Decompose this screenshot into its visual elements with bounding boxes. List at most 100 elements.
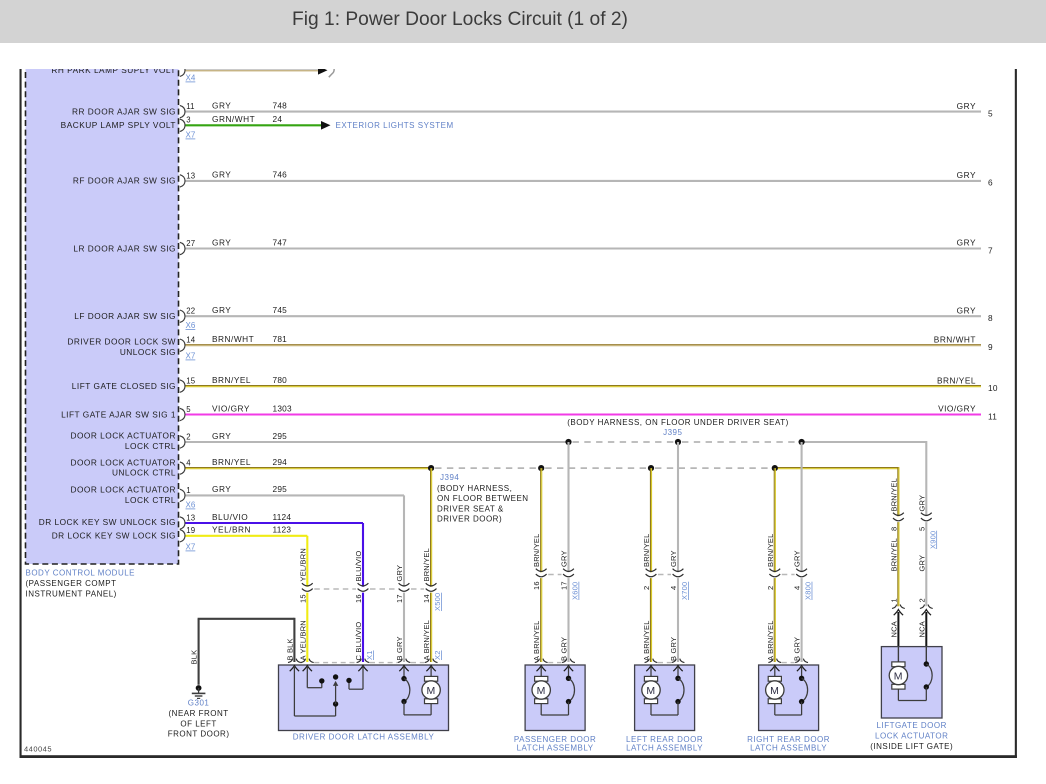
svg-text:GRY: GRY xyxy=(669,550,678,567)
svg-text:GRY: GRY xyxy=(212,484,231,494)
svg-text:24: 24 xyxy=(273,114,283,124)
svg-text:B GRY: B GRY xyxy=(669,637,678,661)
svg-text:UNLOCK CTRL: UNLOCK CTRL xyxy=(112,468,176,478)
svg-text:BRN/YEL: BRN/YEL xyxy=(212,375,251,385)
svg-text:DR LOCK KEY SW LOCK SIG: DR LOCK KEY SW LOCK SIG xyxy=(52,531,176,541)
svg-text:GRY: GRY xyxy=(212,170,231,180)
svg-text:UNLOCK SIG: UNLOCK SIG xyxy=(120,347,176,357)
svg-text:LF DOOR AJAR SW SIG: LF DOOR AJAR SW SIG xyxy=(74,311,176,321)
svg-text:X4: X4 xyxy=(186,74,196,83)
svg-text:X7: X7 xyxy=(186,131,196,140)
svg-text:295: 295 xyxy=(273,431,288,441)
svg-text:BRN/YEL: BRN/YEL xyxy=(422,548,431,582)
svg-text:2: 2 xyxy=(186,432,191,441)
svg-text:5: 5 xyxy=(917,527,926,531)
svg-text:VIO/GRY: VIO/GRY xyxy=(212,403,250,413)
svg-text:ON FLOOR BETWEEN: ON FLOOR BETWEEN xyxy=(437,494,529,503)
svg-text:4: 4 xyxy=(793,586,802,590)
svg-text:GRY: GRY xyxy=(793,550,802,567)
svg-text:8: 8 xyxy=(988,313,993,323)
svg-text:FRONT DOOR): FRONT DOOR) xyxy=(168,730,230,739)
svg-text:9: 9 xyxy=(988,342,993,352)
svg-text:GRY: GRY xyxy=(957,170,976,180)
svg-text:A BRN/YEL: A BRN/YEL xyxy=(422,620,431,661)
svg-text:(NEAR FRONT: (NEAR FRONT xyxy=(169,709,229,718)
svg-text:15: 15 xyxy=(298,594,307,603)
svg-text:M: M xyxy=(537,685,546,697)
svg-text:14: 14 xyxy=(186,336,196,345)
svg-text:X900: X900 xyxy=(928,531,937,549)
svg-text:294: 294 xyxy=(273,457,288,467)
svg-text:DOOR LOCK ACTUATOR: DOOR LOCK ACTUATOR xyxy=(70,457,176,467)
svg-text:VIO/GRY: VIO/GRY xyxy=(938,404,976,414)
svg-text:2: 2 xyxy=(642,586,651,590)
svg-text:DRIVER DOOR LOCK SW: DRIVER DOOR LOCK SW xyxy=(67,337,176,347)
svg-text:M: M xyxy=(646,685,655,697)
svg-text:5: 5 xyxy=(988,108,993,118)
svg-text:BRN/YEL: BRN/YEL xyxy=(212,457,251,467)
svg-text:X700: X700 xyxy=(680,582,689,600)
svg-text:DOOR LOCK ACTUATOR: DOOR LOCK ACTUATOR xyxy=(70,431,176,441)
svg-text:DRIVER SEAT &: DRIVER SEAT & xyxy=(437,504,504,513)
svg-text:748: 748 xyxy=(273,100,288,110)
svg-text:GRY: GRY xyxy=(212,305,231,315)
svg-text:M: M xyxy=(770,685,779,697)
svg-text:X800: X800 xyxy=(804,582,813,600)
svg-text:4: 4 xyxy=(186,459,191,468)
svg-text:GRY: GRY xyxy=(212,431,231,441)
svg-text:BRN/YEL: BRN/YEL xyxy=(532,534,541,568)
svg-text:LIFTGATE DOOR: LIFTGATE DOOR xyxy=(877,721,947,730)
svg-text:(INSIDE LIFT GATE): (INSIDE LIFT GATE) xyxy=(870,742,953,751)
svg-text:X500: X500 xyxy=(433,593,442,611)
svg-text:GRY: GRY xyxy=(957,238,976,248)
svg-text:NCA: NCA xyxy=(917,621,926,637)
svg-text:LOCK CTRL: LOCK CTRL xyxy=(125,441,176,451)
svg-text:5: 5 xyxy=(186,405,191,414)
svg-text:GRY: GRY xyxy=(560,550,569,567)
svg-text:LATCH ASSEMBLY: LATCH ASSEMBLY xyxy=(626,743,703,752)
svg-text:OF LEFT: OF LEFT xyxy=(180,719,216,728)
svg-text:747: 747 xyxy=(273,237,288,247)
svg-text:B BLK: B BLK xyxy=(285,638,294,660)
svg-text:Fig 1: Power Door Locks Circui: Fig 1: Power Door Locks Circuit (1 of 2) xyxy=(292,9,628,30)
svg-text:GRY: GRY xyxy=(957,101,976,111)
svg-text:745: 745 xyxy=(273,305,288,315)
svg-text:B GRY: B GRY xyxy=(395,636,404,660)
svg-text:A YEL/BRN: A YEL/BRN xyxy=(298,620,307,660)
svg-text:A BRN/YEL: A BRN/YEL xyxy=(766,620,775,661)
svg-text:X1: X1 xyxy=(365,650,374,660)
svg-text:GRY: GRY xyxy=(395,565,404,582)
svg-text:DRIVER DOOR): DRIVER DOOR) xyxy=(437,515,502,524)
svg-text:1: 1 xyxy=(186,486,191,495)
svg-text:BRN/YEL: BRN/YEL xyxy=(766,534,775,568)
svg-text:BRN/WHT: BRN/WHT xyxy=(934,334,976,344)
svg-text:X6: X6 xyxy=(186,321,196,330)
svg-text:(BODY HARNESS, ON FLOOR UNDER: (BODY HARNESS, ON FLOOR UNDER DRIVER SEA… xyxy=(567,418,789,427)
svg-text:YEL/BRN: YEL/BRN xyxy=(212,525,251,535)
svg-text:15: 15 xyxy=(186,377,196,386)
svg-text:DR LOCK KEY SW UNLOCK SIG: DR LOCK KEY SW UNLOCK SIG xyxy=(39,517,176,527)
svg-text:DOOR LOCK ACTUATOR: DOOR LOCK ACTUATOR xyxy=(70,485,176,495)
svg-text:X6: X6 xyxy=(186,501,196,510)
svg-text:LIFT GATE AJAR SW SIG 1: LIFT GATE AJAR SW SIG 1 xyxy=(61,409,176,419)
svg-text:BRN/YEL: BRN/YEL xyxy=(937,375,976,385)
svg-text:6: 6 xyxy=(988,178,993,188)
svg-text:YEL/BRN: YEL/BRN xyxy=(298,548,307,582)
svg-text:LATCH ASSEMBLY: LATCH ASSEMBLY xyxy=(750,743,827,752)
svg-text:2: 2 xyxy=(917,598,926,602)
svg-text:11: 11 xyxy=(186,102,195,111)
svg-text:M: M xyxy=(894,670,903,682)
svg-text:BODY CONTROL MODULE: BODY CONTROL MODULE xyxy=(26,569,136,578)
svg-text:1124: 1124 xyxy=(273,512,292,522)
svg-text:19: 19 xyxy=(186,526,195,535)
svg-text:M: M xyxy=(426,685,435,697)
svg-text:17: 17 xyxy=(560,581,569,590)
svg-text:GRN/WHT: GRN/WHT xyxy=(212,114,255,124)
svg-text:1303: 1303 xyxy=(273,403,292,413)
svg-text:C BLU/VIO: C BLU/VIO xyxy=(354,622,363,661)
svg-text:B GRY: B GRY xyxy=(560,637,569,661)
svg-text:8: 8 xyxy=(889,527,898,531)
svg-text:A BRN/YEL: A BRN/YEL xyxy=(642,620,651,661)
svg-text:781: 781 xyxy=(273,334,288,344)
svg-text:GRY: GRY xyxy=(917,555,926,572)
